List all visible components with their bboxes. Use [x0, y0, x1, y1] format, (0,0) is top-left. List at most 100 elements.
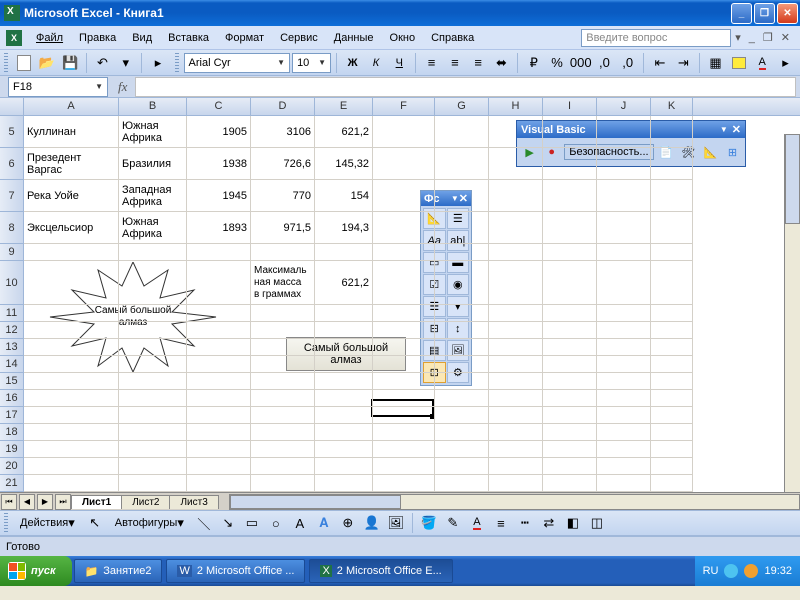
cell-D15[interactable] [251, 373, 315, 390]
cell-H8[interactable] [489, 212, 543, 244]
cell-E9[interactable] [315, 244, 373, 261]
cell-K13[interactable] [651, 339, 693, 356]
cell-I21[interactable] [543, 475, 597, 492]
menu-data[interactable]: Данные [326, 29, 382, 47]
cell-E13[interactable] [315, 339, 373, 356]
hscroll-thumb[interactable] [230, 495, 401, 509]
cell-K6[interactable] [651, 148, 693, 180]
cell-A17[interactable] [24, 407, 119, 424]
col-header-D[interactable]: D [251, 98, 315, 115]
cell-K15[interactable] [651, 373, 693, 390]
cell-J16[interactable] [597, 390, 651, 407]
cell-F8[interactable] [373, 212, 435, 244]
menu-window[interactable]: Окно [382, 29, 424, 47]
cell-J6[interactable] [597, 148, 651, 180]
cell-I14[interactable] [543, 356, 597, 373]
cell-J18[interactable] [597, 424, 651, 441]
ask-question-box[interactable]: Введите вопрос [581, 29, 731, 47]
cell-I19[interactable] [543, 441, 597, 458]
font-color-draw-icon[interactable]: А [466, 512, 488, 534]
cell-E5[interactable]: 621,2 [315, 116, 373, 148]
arrow-style-icon[interactable]: ⇄ [538, 512, 560, 534]
cell-E19[interactable] [315, 441, 373, 458]
taskbar-item-word[interactable]: W2 Microsoft Office ... [166, 559, 305, 583]
cell-C8[interactable]: 1893 [187, 212, 251, 244]
language-indicator[interactable]: RU [703, 565, 719, 577]
cell-B9[interactable] [119, 244, 187, 261]
cell-E21[interactable] [315, 475, 373, 492]
fill-color-draw-icon[interactable]: 🪣 [418, 512, 440, 534]
cell-A10[interactable] [24, 261, 119, 305]
mdi-minimize[interactable]: _ [745, 32, 759, 44]
cell-B5[interactable]: Южная Африка [119, 116, 187, 148]
cell-I8[interactable] [543, 212, 597, 244]
cell-A8[interactable]: Эксцельсиор [24, 212, 119, 244]
cell-B21[interactable] [119, 475, 187, 492]
comma-icon[interactable]: 000 [570, 52, 592, 74]
cell-J5[interactable] [597, 116, 651, 148]
tab-nav-next-icon[interactable]: ▶ [37, 494, 53, 510]
cell-F21[interactable] [373, 475, 435, 492]
menu-file[interactable]: Файл [28, 29, 71, 47]
row-header-15[interactable]: 15 [0, 373, 24, 390]
cell-H5[interactable] [489, 116, 543, 148]
cell-D10[interactable]: Максималь ная масса в граммах [251, 261, 315, 305]
cell-F18[interactable] [373, 424, 435, 441]
cell-D9[interactable] [251, 244, 315, 261]
cell-J12[interactable] [597, 322, 651, 339]
cell-C19[interactable] [187, 441, 251, 458]
cell-B14[interactable] [119, 356, 187, 373]
cell-H12[interactable] [489, 322, 543, 339]
cell-G10[interactable] [435, 261, 489, 305]
wordart-icon[interactable]: 𝐀 [313, 512, 335, 534]
cell-D7[interactable]: 770 [251, 180, 315, 212]
cell-G9[interactable] [435, 244, 489, 261]
name-box[interactable]: F18▼ [8, 77, 108, 97]
cell-F15[interactable] [373, 373, 435, 390]
cell-G11[interactable] [435, 305, 489, 322]
col-header-C[interactable]: C [187, 98, 251, 115]
cell-J10[interactable] [597, 261, 651, 305]
cell-A13[interactable] [24, 339, 119, 356]
cell-I12[interactable] [543, 322, 597, 339]
cell-D21[interactable] [251, 475, 315, 492]
cell-C10[interactable] [187, 261, 251, 305]
col-header-E[interactable]: E [315, 98, 373, 115]
col-header-A[interactable]: A [24, 98, 119, 115]
toolbar-grip-2[interactable] [175, 53, 179, 73]
cell-C5[interactable]: 1905 [187, 116, 251, 148]
font-name-select[interactable]: Arial Cyr▼ [184, 53, 291, 73]
row-header-21[interactable]: 21 [0, 475, 24, 492]
cell-C18[interactable] [187, 424, 251, 441]
cell-K19[interactable] [651, 441, 693, 458]
cell-A21[interactable] [24, 475, 119, 492]
cell-E16[interactable] [315, 390, 373, 407]
select-all-corner[interactable] [0, 98, 24, 115]
cell-F13[interactable] [373, 339, 435, 356]
cell-H7[interactable] [489, 180, 543, 212]
tab-nav-last-icon[interactable]: ⏭ [55, 494, 71, 510]
cell-A16[interactable] [24, 390, 119, 407]
cell-E12[interactable] [315, 322, 373, 339]
taskbar-item-excel[interactable]: X2 Microsoft Office E... [309, 559, 452, 583]
cell-G20[interactable] [435, 458, 489, 475]
row-header-18[interactable]: 18 [0, 424, 24, 441]
cell-A14[interactable] [24, 356, 119, 373]
cell-B7[interactable]: Западная Африка [119, 180, 187, 212]
cell-F11[interactable] [373, 305, 435, 322]
cell-F6[interactable] [373, 148, 435, 180]
cell-K18[interactable] [651, 424, 693, 441]
increase-decimal-icon[interactable]: ,0 [594, 52, 615, 74]
align-center-icon[interactable]: ≡ [444, 52, 465, 74]
toolbar-options-2-icon[interactable]: ▸ [775, 52, 796, 74]
tray-icon-1[interactable] [724, 564, 738, 578]
cell-B19[interactable] [119, 441, 187, 458]
cell-F10[interactable] [373, 261, 435, 305]
cell-J8[interactable] [597, 212, 651, 244]
cell-G8[interactable] [435, 212, 489, 244]
cell-B15[interactable] [119, 373, 187, 390]
cell-A9[interactable] [24, 244, 119, 261]
row-header-8[interactable]: 8 [0, 212, 24, 244]
cell-G6[interactable] [435, 148, 489, 180]
cell-H11[interactable] [489, 305, 543, 322]
